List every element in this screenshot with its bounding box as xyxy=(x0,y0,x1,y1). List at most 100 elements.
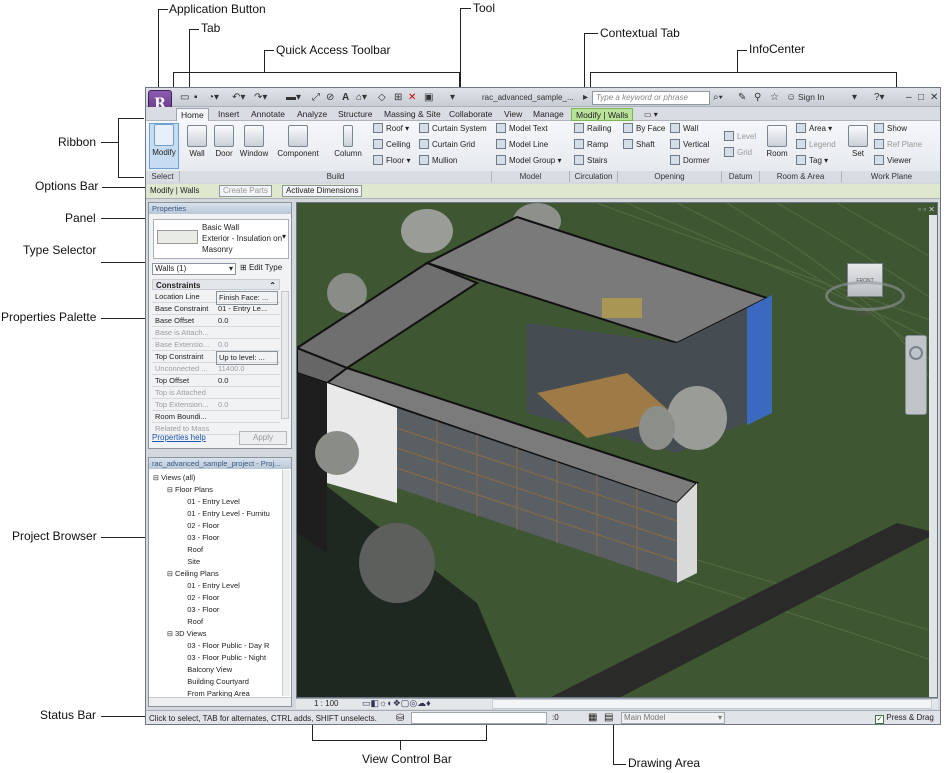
panel-room-area-label[interactable]: Room & Area xyxy=(760,171,842,182)
browser-item[interactable]: Balcony View xyxy=(181,664,232,676)
type-dropdown-icon[interactable]: ▾ xyxy=(282,232,286,241)
user-icon[interactable]: ☺ xyxy=(786,91,796,104)
property-row[interactable]: Base Offset 0.0 xyxy=(152,315,280,327)
properties-help-link[interactable]: Properties help xyxy=(152,433,206,442)
model-group-button[interactable]: Model Group ▾ xyxy=(496,155,562,167)
tab-options-icon[interactable]: ▭ ▾ xyxy=(640,108,662,121)
property-row[interactable]: Base Constraint 01 - Entry Le... xyxy=(152,303,280,315)
ref-plane-button[interactable]: Ref Plane xyxy=(874,139,922,151)
signin-dropdown-icon[interactable]: ▾ xyxy=(852,91,857,104)
curtain-system-button[interactable]: Curtain System xyxy=(419,123,487,135)
viewcube-compass[interactable] xyxy=(825,281,905,311)
tag-icon[interactable]: ⊘ xyxy=(326,91,334,104)
subscription-icon[interactable]: ✎ xyxy=(738,91,746,104)
tab-collaborate[interactable]: Collaborate xyxy=(445,108,496,121)
tab-analyze[interactable]: Analyze xyxy=(293,108,331,121)
type-selector[interactable]: Basic Wall Exterior - Insulation on Maso… xyxy=(153,219,289,259)
browser-item[interactable]: 02 - Floor xyxy=(181,520,219,532)
set-button[interactable]: Set xyxy=(844,125,872,158)
component-button[interactable]: Component xyxy=(274,125,322,158)
minimize-icon[interactable]: – xyxy=(906,91,912,104)
property-value[interactable]: 01 - Entry Le... xyxy=(216,303,278,315)
editable-only-icon[interactable]: ▦ xyxy=(588,712,597,723)
browser-item[interactable]: 03 - Floor Public - Day R xyxy=(181,640,269,652)
room-button[interactable]: Room xyxy=(763,125,791,158)
viewer-button[interactable]: Viewer xyxy=(874,155,911,167)
steering-wheel-icon[interactable] xyxy=(909,346,923,360)
curtain-grid-button[interactable]: Curtain Grid xyxy=(419,139,475,151)
railing-button[interactable]: Railing xyxy=(574,123,611,135)
property-value[interactable]: 0.0 xyxy=(216,399,278,411)
wall-opening-button[interactable]: Wall xyxy=(670,123,698,135)
tab-home[interactable]: Home xyxy=(176,108,209,121)
property-row[interactable]: Top Extension... 0.0 xyxy=(152,399,280,411)
model-text-button[interactable]: Model Text xyxy=(496,123,548,135)
close-hidden-icon[interactable]: ✕ xyxy=(408,91,416,104)
browser-item[interactable]: Roof xyxy=(181,616,203,628)
worksets-icon[interactable]: ⛁ xyxy=(396,713,404,724)
browser-item[interactable]: ⊟ Floor Plans xyxy=(167,484,213,496)
drawing-area[interactable]: FRONT RIGHT ▫ ▫ ✕ xyxy=(296,202,938,698)
redo-icon[interactable]: ↷▾ xyxy=(254,91,267,104)
sync-icon[interactable]: ◔▾ xyxy=(208,91,219,104)
drawing-hscrollbar[interactable] xyxy=(492,699,932,709)
view-control-icons[interactable]: ▭◧☼◐❖▢◎☁♦ xyxy=(362,698,431,709)
browser-item[interactable]: 01 - Entry Level - Furnitu xyxy=(181,508,270,520)
grid-button[interactable]: Grid xyxy=(724,147,752,159)
mullion-button[interactable]: Mullion xyxy=(419,155,457,167)
door-button[interactable]: Door xyxy=(211,125,237,158)
maximize-icon[interactable]: □ xyxy=(918,91,924,104)
thin-lines-icon[interactable]: ⊞ xyxy=(394,91,402,104)
undo-icon[interactable]: ↶▾ xyxy=(232,91,245,104)
communication-icon[interactable]: ⚲ xyxy=(754,91,761,104)
property-row[interactable]: Top Constraint Up to level: ... xyxy=(152,351,280,365)
property-value[interactable]: 11400.0 xyxy=(216,363,278,375)
column-button[interactable]: Column xyxy=(332,125,364,158)
stairs-button[interactable]: Stairs xyxy=(574,155,607,167)
level-button[interactable]: Level xyxy=(724,131,756,143)
customize-qat-icon[interactable]: ▾ xyxy=(450,91,455,104)
ramp-button[interactable]: Ramp xyxy=(574,139,608,151)
show-button[interactable]: Show xyxy=(874,123,907,135)
browser-item[interactable]: ⊟ Views (all) xyxy=(153,472,195,484)
tab-manage[interactable]: Manage xyxy=(529,108,568,121)
browser-item[interactable]: 03 - Floor xyxy=(181,532,219,544)
browser-item[interactable]: 03 - Floor Public - Night xyxy=(181,652,266,664)
property-value[interactable]: 0.0 xyxy=(216,315,278,327)
favorites-icon[interactable]: ☆ xyxy=(770,91,779,104)
help-icon[interactable]: ?▾ xyxy=(874,91,885,104)
property-row[interactable]: Unconnected ... 11400.0 xyxy=(152,363,280,375)
sign-in-link[interactable]: Sign In xyxy=(798,91,824,104)
switch-windows-icon[interactable]: ▣ xyxy=(424,91,433,104)
create-parts-button[interactable]: Create Parts xyxy=(219,185,272,197)
property-row[interactable]: Room Boundi... xyxy=(152,411,280,423)
aligned-dimension-icon[interactable]: ⤢ xyxy=(312,91,320,104)
shaft-button[interactable]: Shaft xyxy=(623,139,655,151)
properties-scrollbar[interactable] xyxy=(281,291,289,419)
save-icon[interactable]: ▪ xyxy=(194,91,198,104)
design-option-dropdown[interactable]: Main Model ▾ xyxy=(621,712,725,724)
tab-view[interactable]: View xyxy=(500,108,526,121)
browser-item[interactable]: Site xyxy=(181,556,200,568)
tab-insert[interactable]: Insert xyxy=(214,108,243,121)
view-scale[interactable]: 1 : 100 xyxy=(314,699,338,708)
constraints-section[interactable]: Constraints ⌃ xyxy=(152,279,280,290)
window-button[interactable]: Window xyxy=(238,125,270,158)
tab-annotate[interactable]: Annotate xyxy=(247,108,289,121)
property-row[interactable]: Top Offset 0.0 xyxy=(152,375,280,387)
property-row[interactable]: Base is Attach... xyxy=(152,327,280,339)
wall-button[interactable]: Wall xyxy=(184,125,210,158)
vertical-button[interactable]: Vertical xyxy=(670,139,709,151)
navigation-bar[interactable] xyxy=(905,335,927,415)
text-icon[interactable]: A xyxy=(342,91,349,104)
model-line-button[interactable]: Model Line xyxy=(496,139,548,151)
property-row[interactable]: Top is Attached xyxy=(152,387,280,399)
floor-button[interactable]: Floor ▾ xyxy=(373,155,410,167)
section-icon[interactable]: ◇ xyxy=(378,91,386,104)
property-row[interactable]: Base Extensio... 0.0 xyxy=(152,339,280,351)
open-icon[interactable]: ▭ xyxy=(180,91,189,104)
view-window-controls[interactable]: ▫ ▫ ✕ xyxy=(918,205,935,214)
press-drag-toggle[interactable]: ✓ Press & Drag xyxy=(875,713,934,724)
browser-item[interactable]: ⊟ 3D Views xyxy=(167,628,207,640)
workset-dropdown[interactable] xyxy=(411,712,547,724)
